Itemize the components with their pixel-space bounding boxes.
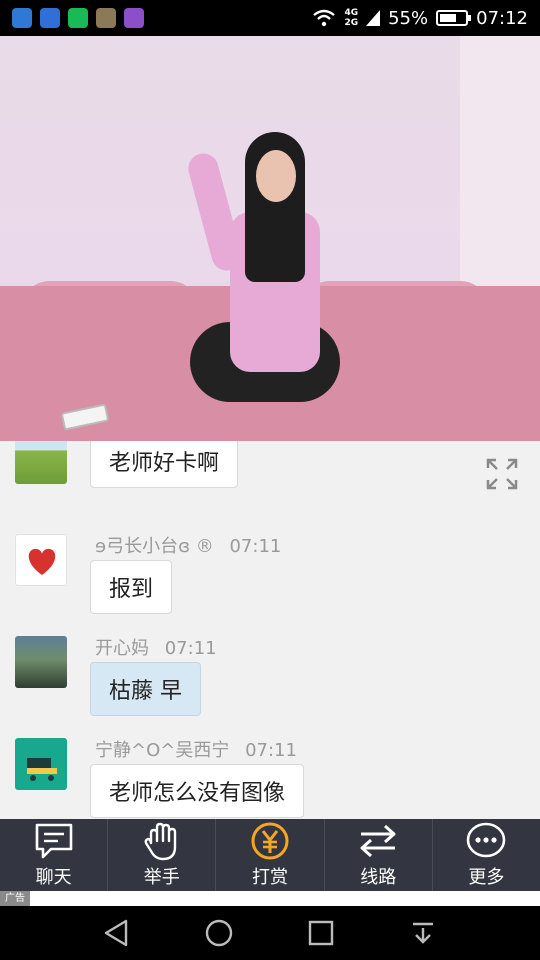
tab-more[interactable]: 更多 (433, 819, 540, 891)
ad-banner[interactable]: 广告 (0, 891, 540, 906)
message-meta: 宁静^O^吴西宁 07:11 (95, 736, 297, 762)
battery-percent: 55% (388, 7, 429, 29)
message-time: 07:11 (164, 638, 217, 659)
network-4g-label: 4G (344, 8, 359, 18)
system-nav-bar (0, 906, 540, 960)
chat-bubble: 老师好卡啊 (90, 441, 239, 488)
wallet-icon (68, 8, 88, 28)
tab-label: 聊天 (35, 867, 72, 888)
back-icon[interactable] (102, 918, 132, 948)
more-icon (467, 822, 506, 858)
notification-pulldown-icon[interactable] (408, 918, 438, 948)
signal-icon (366, 10, 381, 26)
wifi-icon (313, 9, 336, 27)
skate-icon (27, 758, 57, 781)
switch-line-icon (360, 824, 396, 858)
app-circle-icon (12, 8, 32, 28)
ad-label: 广告 (0, 891, 30, 906)
chat-list[interactable]: 老师好卡啊 ɘ弓长小台ɞ ® 07:11 报到 开心妈 07:11 枯藤 早 宁… (0, 441, 540, 819)
tab-reward[interactable]: 打赏 (216, 819, 325, 891)
tab-raise-hand[interactable]: 举手 (108, 819, 217, 891)
network-type: 4G 2G (344, 8, 358, 28)
home-icon[interactable] (204, 918, 234, 948)
video-person (184, 132, 350, 432)
gallery-icon (124, 8, 144, 28)
clock: 07:12 (476, 7, 528, 29)
status-bar: 4G 2G 55% 07:12 (0, 0, 540, 36)
tab-label: 举手 (143, 867, 180, 888)
shield-icon (40, 8, 60, 28)
fullscreen-icon[interactable] (486, 458, 518, 490)
username: 开心妈 (95, 638, 149, 659)
tab-label: 线路 (360, 867, 397, 888)
live-video[interactable] (0, 36, 540, 441)
message-meta: ɘ弓长小台ɞ ® 07:11 (95, 532, 281, 558)
username: ɘ弓长小台ɞ ® (95, 536, 214, 557)
chat-bubble: 枯藤 早 (90, 662, 201, 716)
chat-icon (35, 823, 72, 859)
avatar[interactable] (15, 636, 67, 688)
tab-label: 打赏 (252, 867, 288, 888)
username: 宁静^O^吴西宁 (95, 740, 230, 761)
yuan-reward-icon (251, 822, 289, 860)
avatar[interactable] (15, 441, 67, 484)
avatar[interactable] (15, 738, 67, 790)
video-wall (460, 36, 540, 306)
chat-bubble: 老师怎么没有图像 (90, 764, 305, 818)
network-2g-label: 2G (344, 18, 359, 28)
tab-label: 更多 (468, 867, 505, 888)
recents-icon[interactable] (306, 918, 336, 948)
tab-chat[interactable]: 聊天 (0, 819, 109, 891)
message-time: 07:11 (245, 740, 297, 761)
raise-hand-icon (144, 822, 176, 861)
bottom-action-bar: 聊天 举手 打赏 线路 更多 (0, 819, 540, 891)
battery-icon (436, 10, 472, 26)
heart-icon (28, 548, 56, 575)
message-time: 07:11 (229, 536, 282, 557)
chat-bubble: 报到 (90, 560, 173, 614)
message-meta: 开心妈 07:11 (95, 634, 217, 660)
game-icon (96, 8, 116, 28)
avatar[interactable] (15, 534, 67, 586)
tab-line[interactable]: 线路 (325, 819, 433, 891)
